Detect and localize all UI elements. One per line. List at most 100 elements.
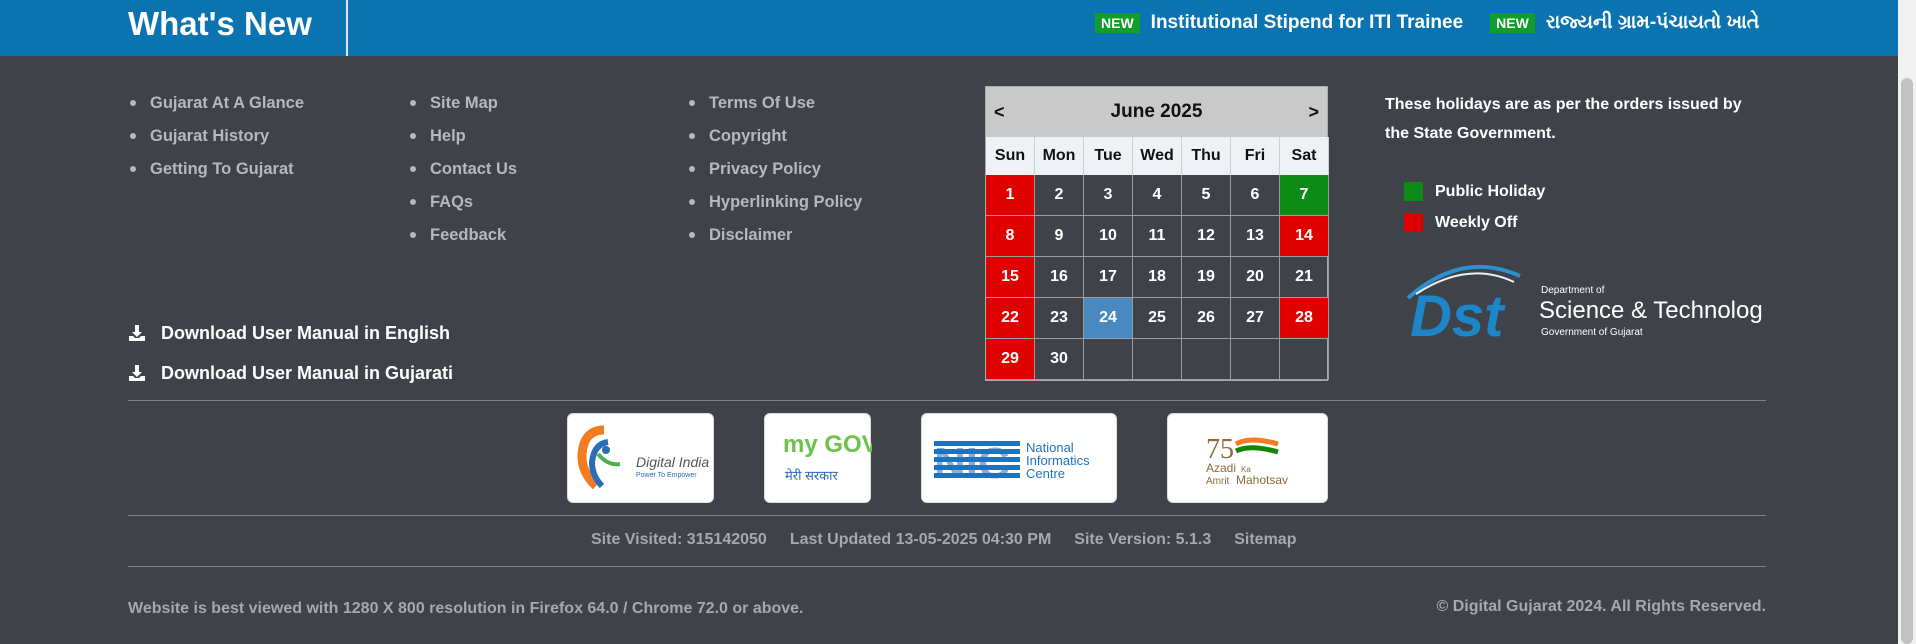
copyright-text: © Digital Gujarat 2024. All Rights Reser… xyxy=(1436,598,1766,615)
ticker-item[interactable]: NEW રાજ્યની ગ્રામ-પંચાયતો ખાતે xyxy=(1490,12,1759,34)
link-disclaimer[interactable]: Disclaimer xyxy=(687,225,862,258)
page-scrollbar[interactable] xyxy=(1898,0,1916,644)
calendar-month-label: June 2025 xyxy=(1110,101,1203,122)
link-getting-to-gujarat[interactable]: Getting To Gujarat xyxy=(128,159,304,192)
download-manual-gujarati[interactable]: Download User Manual in Gujarati xyxy=(128,353,453,393)
calendar-day[interactable]: 3 xyxy=(1084,175,1133,216)
dst-name: Science & Technology xyxy=(1539,297,1762,324)
link-help[interactable]: Help xyxy=(408,126,517,159)
calendar-day[interactable]: 25 xyxy=(1133,298,1182,339)
scrollbar-thumb[interactable] xyxy=(1901,78,1913,644)
link-gujarat-at-a-glance[interactable]: Gujarat At A Glance xyxy=(128,93,304,126)
ticker-item[interactable]: NEW Institutional Stipend for ITI Traine… xyxy=(1095,12,1463,34)
calendar-day[interactable]: 19 xyxy=(1182,257,1231,298)
calendar-day[interactable]: 18 xyxy=(1133,257,1182,298)
calendar-day[interactable]: 5 xyxy=(1182,175,1231,216)
mygov-name: my GOV xyxy=(783,431,872,458)
calendar-day[interactable]: 21 xyxy=(1280,257,1329,298)
link-gujarat-history[interactable]: Gujarat History xyxy=(128,126,304,159)
download-gujarati-label: Download User Manual in Gujarati xyxy=(161,362,454,383)
calendar-empty-cell xyxy=(1280,339,1329,380)
calendar-day[interactable]: 26 xyxy=(1182,298,1231,339)
sitemap-link[interactable]: Sitemap xyxy=(1234,531,1296,549)
divider xyxy=(128,566,1766,567)
calendar-prev-button[interactable]: < xyxy=(994,102,1005,123)
calendar-next-button[interactable]: > xyxy=(1308,102,1319,123)
news-ticker: NEW Institutional Stipend for ITI Traine… xyxy=(1095,12,1786,34)
calendar-day[interactable]: 13 xyxy=(1231,216,1280,257)
calendar-legend: Public Holiday Weekly Off xyxy=(1404,176,1545,238)
digital-india-logo[interactable]: Digital India Power To Empower xyxy=(567,413,714,503)
calendar-day[interactable]: 12 xyxy=(1182,216,1231,257)
calendar-empty-cell xyxy=(1231,339,1280,380)
calendar-day[interactable]: 2 xyxy=(1035,175,1084,216)
calendar-day-of-week: Fri xyxy=(1231,137,1280,175)
calendar-day[interactable]: 23 xyxy=(1035,298,1084,339)
calendar-day[interactable]: 28 xyxy=(1280,298,1329,339)
dst-mark: Dst xyxy=(1410,284,1506,348)
calendar-day[interactable]: 11 xyxy=(1133,216,1182,257)
download-icon xyxy=(128,364,146,382)
dst-logo[interactable]: Dst Department of Science & Technology G… xyxy=(1402,258,1775,349)
link-faqs[interactable]: FAQs xyxy=(408,192,517,225)
nic-logo[interactable]: NIC National Informatics Centre xyxy=(921,413,1117,503)
mygov-tagline: मेरी सरकार xyxy=(785,468,839,483)
calendar-day[interactable]: 17 xyxy=(1084,257,1133,298)
download-icon xyxy=(128,324,146,342)
link-contact-us[interactable]: Contact Us xyxy=(408,159,517,192)
ticker-link[interactable]: Institutional Stipend for ITI Trainee xyxy=(1151,12,1463,34)
legend-weekly-off: Weekly Off xyxy=(1404,207,1545,238)
calendar-day-of-week: Sat xyxy=(1280,137,1329,175)
azadi-line-2b: Mahotsav xyxy=(1236,473,1288,487)
legend-public-holiday: Public Holiday xyxy=(1404,176,1545,207)
whats-new-bar: What's New NEW Institutional Stipend for… xyxy=(0,0,1898,56)
calendar-header: < June 2025 > xyxy=(986,87,1327,137)
whats-new-divider xyxy=(346,0,348,56)
link-copyright[interactable]: Copyright xyxy=(687,126,862,159)
footer-links-column-2: Site Map Help Contact Us FAQs Feedback xyxy=(408,93,517,258)
calendar-day[interactable]: 10 xyxy=(1084,216,1133,257)
holiday-calendar: < June 2025 > Sun Mon Tue Wed Thu Fri Sat 1 2 3 4 5… xyxy=(985,86,1329,381)
link-privacy-policy[interactable]: Privacy Policy xyxy=(687,159,862,192)
calendar-day[interactable]: 30 xyxy=(1035,339,1084,380)
footer-links-column-1: Gujarat At A Glance Gujarat History Gett… xyxy=(128,93,304,192)
weekly-off-swatch xyxy=(1404,213,1423,232)
calendar-day[interactable]: 8 xyxy=(986,216,1035,257)
calendar-day[interactable]: 24 xyxy=(1084,298,1133,339)
link-feedback[interactable]: Feedback xyxy=(408,225,517,258)
dst-dept: Department of xyxy=(1541,285,1605,296)
calendar-day-of-week: Sun xyxy=(986,137,1035,175)
calendar-grid: Sun Mon Tue Wed Thu Fri Sat 1 2 3 4 5 6 7 8 9 10 11 12 13 14… xyxy=(986,137,1329,380)
calendar-day[interactable]: 20 xyxy=(1231,257,1280,298)
calendar-day-of-week: Mon xyxy=(1035,137,1084,175)
calendar-day-of-week: Wed xyxy=(1133,137,1182,175)
digital-india-tagline: Power To Empower xyxy=(636,472,697,479)
azadi-ka-amrit-mahotsav-logo[interactable]: 75 Azadi Ka Amrit Mahotsav xyxy=(1167,413,1328,503)
calendar-day[interactable]: 9 xyxy=(1035,216,1084,257)
whats-new-title: What's New xyxy=(128,5,312,42)
calendar-day[interactable]: 1 xyxy=(986,175,1035,216)
holiday-note: These holidays are as per the orders iss… xyxy=(1385,96,1742,142)
calendar-day[interactable]: 7 xyxy=(1280,175,1329,216)
calendar-day[interactable]: 4 xyxy=(1133,175,1182,216)
calendar-day[interactable]: 16 xyxy=(1035,257,1084,298)
calendar-day[interactable]: 6 xyxy=(1231,175,1280,216)
digital-india-name: Digital India xyxy=(636,454,709,470)
footer-links-column-3: Terms Of Use Copyright Privacy Policy Hy… xyxy=(687,93,862,258)
mygov-logo[interactable]: my GOV मेरी सरकार xyxy=(764,413,878,503)
calendar-day[interactable]: 14 xyxy=(1280,216,1329,257)
calendar-empty-cell xyxy=(1084,339,1133,380)
divider xyxy=(128,400,1766,401)
last-updated: Last Updated 13-05-2025 04:30 PM xyxy=(789,531,1052,548)
calendar-day[interactable]: 22 xyxy=(986,298,1035,339)
calendar-day[interactable]: 29 xyxy=(986,339,1035,380)
calendar-empty-cell xyxy=(1133,339,1182,380)
link-site-map[interactable]: Site Map xyxy=(408,93,517,126)
calendar-day[interactable]: 15 xyxy=(986,257,1035,298)
link-hyperlinking-policy[interactable]: Hyperlinking Policy xyxy=(687,192,862,225)
link-terms-of-use[interactable]: Terms Of Use xyxy=(687,93,862,126)
download-manual-english[interactable]: Download User Manual in English xyxy=(128,313,453,353)
ticker-link[interactable]: રાજ્યની ગ્રામ-પંચાયતો ખાતે xyxy=(1546,12,1760,34)
new-badge: NEW xyxy=(1095,13,1140,33)
calendar-day[interactable]: 27 xyxy=(1231,298,1280,339)
